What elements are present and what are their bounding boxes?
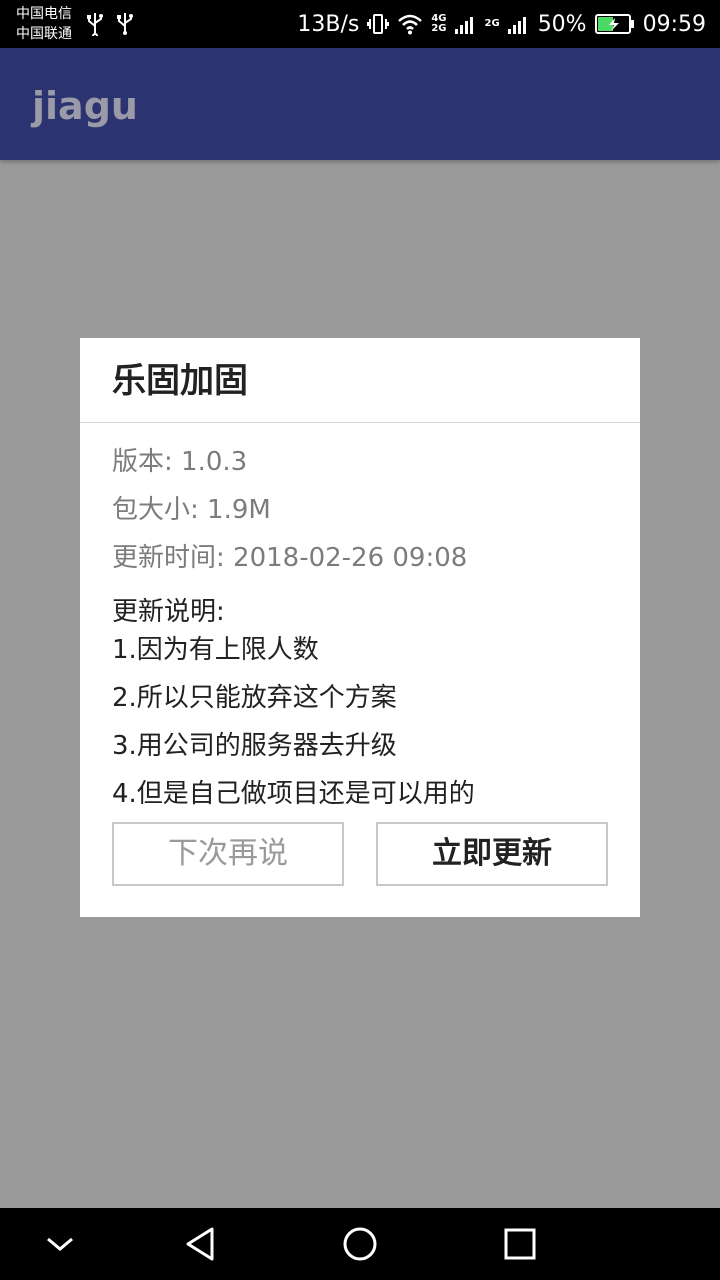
chevron-down-icon[interactable] xyxy=(36,1220,84,1268)
note-item: 2.所以只能放弃这个方案 xyxy=(112,683,397,713)
status-bar: 中国电信 中国联通 13B/s 4G 2G 2G 50% 09:59 xyxy=(0,0,720,48)
vibrate-icon xyxy=(367,12,390,36)
status-right: 13B/s 4G 2G 2G 50% 09:59 xyxy=(297,0,706,48)
carrier-info: 中国电信 中国联通 xyxy=(16,4,72,44)
usb-icon xyxy=(86,12,104,36)
network-speed: 13B/s xyxy=(297,11,360,37)
later-button[interactable]: 下次再说 xyxy=(112,822,344,886)
version-text: 版本: 1.0.3 xyxy=(112,447,248,477)
wifi-icon xyxy=(397,13,423,35)
recents-square-icon[interactable] xyxy=(496,1220,544,1268)
package-size-text: 包大小: 1.9M xyxy=(112,495,271,525)
note-item: 3.用公司的服务器去升级 xyxy=(112,731,397,761)
navigation-bar xyxy=(0,1208,720,1280)
signal-icon xyxy=(507,13,530,35)
carrier-1: 中国电信 xyxy=(16,6,72,22)
battery-percent: 50% xyxy=(537,11,587,37)
update-dialog: 乐固加固 版本: 1.0.3 包大小: 1.9M 更新时间: 2018-02-2… xyxy=(80,338,640,917)
network-type-2g: 2G xyxy=(484,18,500,29)
signal-icon xyxy=(454,13,477,35)
back-triangle-icon[interactable] xyxy=(176,1220,224,1268)
note-item: 1.因为有上限人数 xyxy=(112,635,319,665)
notes-heading: 更新说明: xyxy=(112,597,225,627)
update-now-button[interactable]: 立即更新 xyxy=(376,822,608,886)
app-title: jiagu xyxy=(32,84,138,128)
note-item: 4.但是自己做项目还是可以用的 xyxy=(112,779,475,809)
network-type-4g: 4G 2G xyxy=(431,13,447,34)
dialog-divider xyxy=(80,422,640,423)
carrier-2: 中国联通 xyxy=(16,26,72,42)
usb-icon xyxy=(116,12,134,36)
battery-charging-icon xyxy=(594,13,635,35)
home-circle-icon[interactable] xyxy=(336,1220,384,1268)
app-bar: jiagu xyxy=(0,48,720,160)
update-time-text: 更新时间: 2018-02-26 09:08 xyxy=(112,543,468,573)
dialog-title: 乐固加固 xyxy=(112,361,248,401)
clock: 09:59 xyxy=(642,11,706,37)
